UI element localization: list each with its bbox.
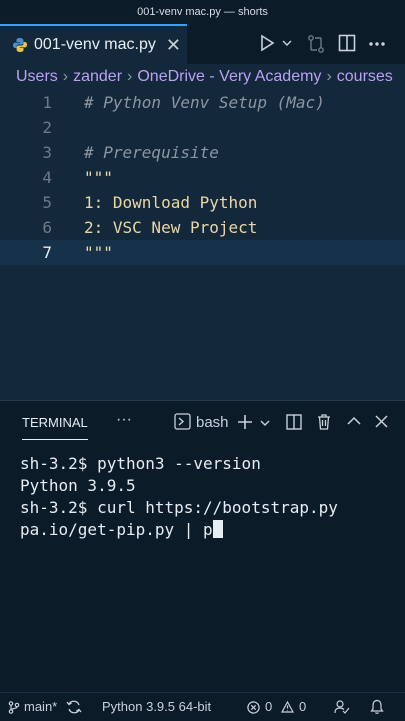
code-text: # Python Venv Setup (Mac) [84, 93, 325, 112]
run-icon[interactable] [258, 34, 276, 52]
line-number: 7 [42, 243, 52, 262]
breadcrumb-item[interactable]: OneDrive - Very Academy [137, 68, 321, 85]
branch-icon [8, 701, 20, 714]
terminal-cursor [212, 520, 223, 538]
code-line: 3 # Prerequisite [0, 140, 405, 165]
breadcrumb-item[interactable]: Users [16, 68, 58, 85]
line-number: 6 [42, 218, 52, 237]
code-line: 2 [0, 115, 405, 140]
code-line: 4 """ [0, 165, 405, 190]
terminal-panel: TERMINAL ··· bash sh-3.2$ python3 --vers… [0, 400, 405, 693]
window-title: 001-venv mac.py — shorts [0, 0, 405, 24]
error-count[interactable]: 0 [265, 693, 272, 721]
python-icon [13, 38, 27, 52]
warning-count[interactable]: 0 [299, 693, 306, 721]
warning-icon[interactable] [281, 701, 294, 713]
code-text: # Prerequisite [84, 143, 219, 162]
line-number: 4 [42, 168, 52, 187]
code-text: """ [84, 243, 113, 262]
terminal-line: Python 3.9.5 [20, 476, 136, 495]
chevron-down-icon[interactable] [282, 38, 292, 48]
terminal-output[interactable]: sh-3.2$ python3 --version Python 3.9.5 sh-… [20, 453, 380, 541]
tab-terminal[interactable]: TERMINAL [22, 415, 88, 440]
chevron-up-icon[interactable] [347, 416, 361, 426]
code-text: 1: Download Python [84, 193, 258, 212]
more-icon[interactable]: ··· [116, 411, 132, 429]
code-editor[interactable]: 1 # Python Venv Setup (Mac) 2 3 # Prereq… [0, 90, 405, 400]
chevron-right-icon: › [62, 68, 69, 85]
terminal-icon [174, 413, 191, 430]
compare-icon[interactable] [306, 34, 326, 54]
breadcrumb-item[interactable]: courses [337, 68, 393, 85]
terminal-input-text: pa.io/get-pip.py | p [20, 520, 213, 539]
chevron-right-icon: › [127, 68, 133, 85]
split-editor-icon[interactable] [338, 34, 356, 52]
close-icon[interactable]: ✕ [166, 35, 181, 56]
line-number: 2 [42, 118, 52, 137]
breadcrumb-item[interactable]: zander [73, 68, 122, 85]
code-line: 1 # Python Venv Setup (Mac) [0, 90, 405, 115]
split-terminal-icon[interactable] [286, 414, 302, 430]
status-bar: main* Python 3.9.5 64-bit 0 0 [0, 692, 405, 721]
code-line: 5 1: Download Python [0, 190, 405, 215]
code-line-active: 7 """ [0, 240, 405, 265]
terminal-line: sh-3.2$ curl https://bootstrap.py [20, 498, 338, 517]
line-number: 5 [42, 193, 52, 212]
tab-label: 001-venv mac.py [34, 36, 156, 53]
close-panel-icon[interactable] [375, 415, 388, 428]
chevron-down-icon[interactable] [260, 418, 270, 428]
line-number: 3 [42, 143, 52, 162]
terminal-line: sh-3.2$ python3 --version [20, 454, 261, 473]
code-text: 2: VSC New Project [84, 218, 258, 237]
interpreter-label[interactable]: Python 3.9.5 64-bit [102, 693, 211, 721]
shell-label[interactable]: bash [196, 414, 229, 431]
code-line: 6 2: VSC New Project [0, 215, 405, 240]
editor-tab[interactable]: 001-venv mac.py ✕ [0, 24, 187, 64]
plus-icon[interactable] [237, 414, 253, 430]
error-icon[interactable] [247, 701, 260, 714]
tab-bar: 001-venv mac.py ✕ [0, 24, 405, 64]
line-number: 1 [42, 93, 52, 112]
panel-header: TERMINAL ··· bash [0, 401, 405, 445]
more-icon[interactable] [368, 41, 386, 47]
code-text: """ [84, 168, 113, 187]
bell-icon[interactable] [370, 699, 384, 715]
breadcrumb: Users › zander › OneDrive - Very Academy › cou… [0, 64, 405, 90]
chevron-right-icon: › [326, 68, 332, 85]
sync-icon[interactable] [66, 700, 82, 714]
terminal-line-current: pa.io/get-pip.py | p [20, 519, 380, 541]
trash-icon[interactable] [316, 413, 332, 430]
branch-label[interactable]: main* [24, 693, 57, 721]
feedback-icon[interactable] [334, 699, 350, 715]
